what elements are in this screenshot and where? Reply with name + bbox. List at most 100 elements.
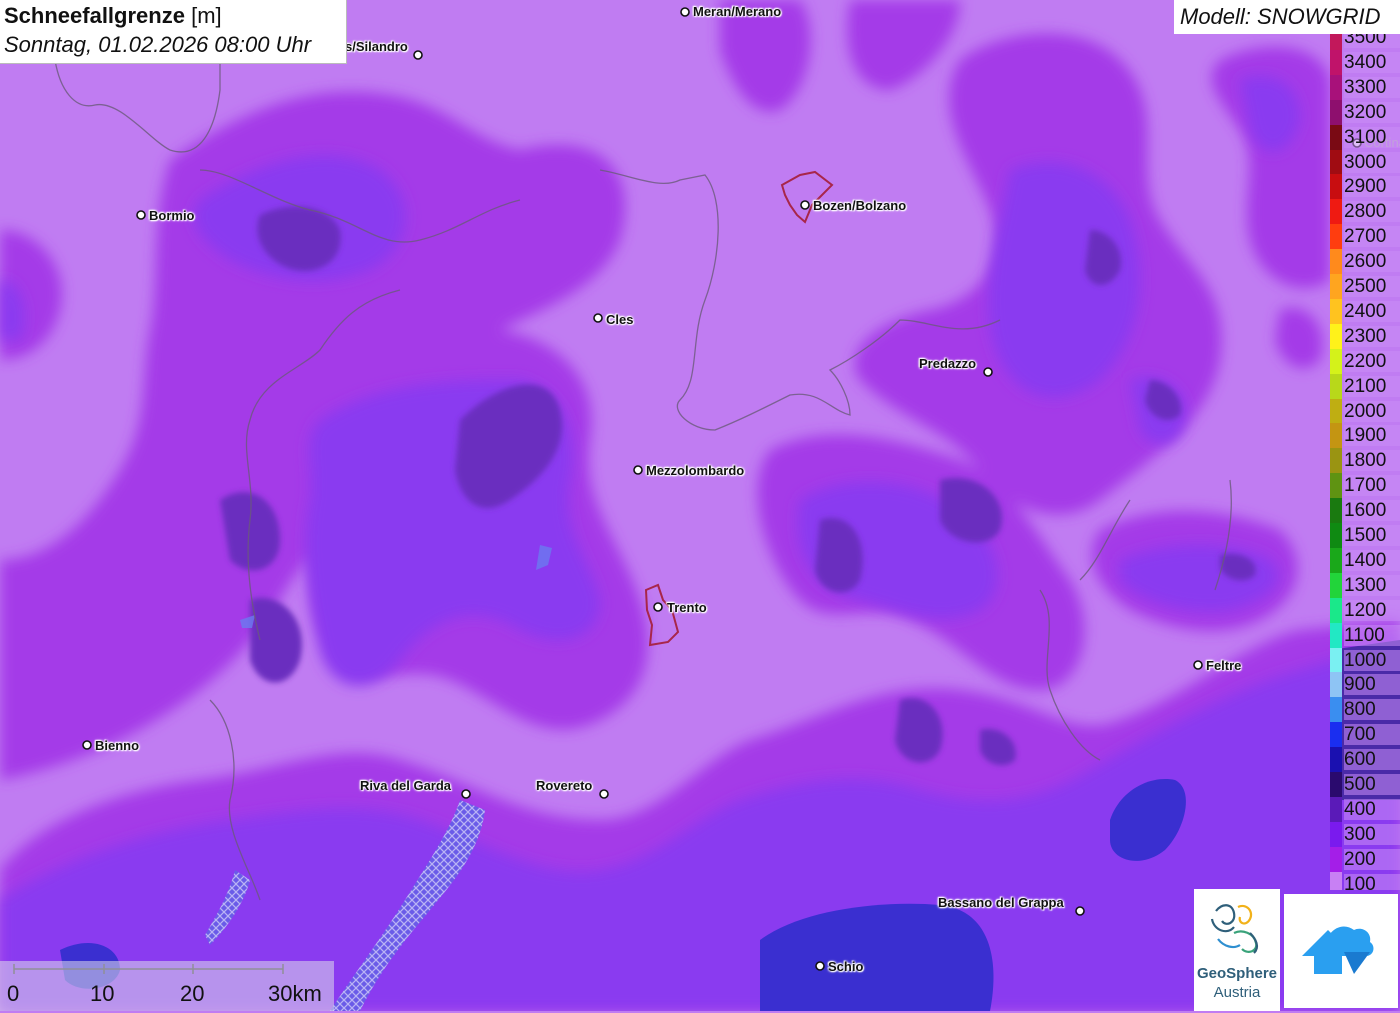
city-label-trento: Trento xyxy=(667,600,707,615)
legend-item-2100: 2100 xyxy=(1330,373,1400,399)
legend-label: 200 xyxy=(1344,848,1400,870)
city-label-predazzo: Predazzo xyxy=(919,356,977,371)
map-datetime: Sonntag, 01.02.2026 08:00 Uhr xyxy=(4,32,312,57)
legend-swatch xyxy=(1330,373,1342,399)
legend-label: 900 xyxy=(1344,674,1400,696)
marker-riva xyxy=(461,789,471,799)
legend-item-2600: 2600 xyxy=(1330,249,1400,275)
legend-label: 700 xyxy=(1344,724,1400,746)
legend-label: 3300 xyxy=(1344,76,1400,98)
legend-item-1200: 1200 xyxy=(1330,597,1400,623)
legend-item-1000: 1000 xyxy=(1330,647,1400,673)
legend-item-2400: 2400 xyxy=(1330,298,1400,324)
legend-label: 2800 xyxy=(1344,201,1400,223)
legend-item-2200: 2200 xyxy=(1330,348,1400,374)
legend-label: 2500 xyxy=(1344,276,1400,297)
legend-swatch xyxy=(1330,747,1342,773)
legend-label: 2000 xyxy=(1344,400,1400,422)
legend-swatch xyxy=(1330,124,1342,150)
marker-rovereto xyxy=(599,789,609,799)
legend-label: 1000 xyxy=(1344,649,1400,671)
legend-swatch xyxy=(1330,572,1342,598)
legend-swatch xyxy=(1330,448,1342,474)
snowflake-cloud-icon xyxy=(1302,926,1374,974)
legend-item-400: 400 xyxy=(1330,796,1400,822)
legend-swatch xyxy=(1330,523,1342,548)
legend-item-1500: 1500 xyxy=(1330,523,1400,548)
legend-label: 300 xyxy=(1344,823,1400,845)
legend-swatch xyxy=(1330,174,1342,200)
legend-label: 1700 xyxy=(1344,475,1400,497)
marker-cles xyxy=(593,313,603,323)
scale-label-10: 10 xyxy=(90,981,115,1006)
city-label-bolzano: Bozen/Bolzano xyxy=(813,198,907,213)
legend-swatch xyxy=(1330,274,1342,299)
app-logo[interactable] xyxy=(1284,894,1398,1008)
legend-item-300: 300 xyxy=(1330,821,1400,847)
scale-label-0: 0 xyxy=(7,981,20,1006)
legend-swatch xyxy=(1330,298,1342,324)
legend-swatch xyxy=(1330,722,1342,748)
legend-item-1100: 1100 xyxy=(1330,622,1400,648)
legend-item-2800: 2800 xyxy=(1330,199,1400,225)
legend-swatch xyxy=(1330,74,1342,100)
legend-swatch xyxy=(1330,323,1342,349)
legend-item-2000: 2000 xyxy=(1330,398,1400,424)
marker-silandro xyxy=(413,50,423,60)
legend-swatch xyxy=(1330,249,1342,275)
model-panel: Modell: SNOWGRID xyxy=(1174,0,1400,34)
legend-swatch xyxy=(1330,149,1342,175)
marker-trento xyxy=(653,602,663,612)
legend-item-3500: 3500 xyxy=(1330,34,1400,50)
geosphere-country: Austria xyxy=(1213,984,1261,1001)
legend-swatch xyxy=(1330,348,1342,374)
legend-label: 1800 xyxy=(1344,450,1400,472)
legend-swatch xyxy=(1330,199,1342,225)
legend-item-500: 500 xyxy=(1330,772,1400,797)
city-label-cles: Cles xyxy=(606,312,634,327)
legend-item-1900: 1900 xyxy=(1330,423,1400,449)
city-label-rovereto: Rovereto xyxy=(536,778,593,793)
city-label-schio: Schio xyxy=(828,959,864,974)
legend-item-1700: 1700 xyxy=(1330,473,1400,499)
geosphere-logo[interactable]: GeoSphere Austria xyxy=(1194,889,1280,1011)
legend-swatch xyxy=(1330,224,1342,250)
title-panel: Schneefallgrenze [m] Sonntag, 01.02.2026… xyxy=(0,0,347,64)
legend-swatch xyxy=(1330,622,1342,648)
legend-item-2300: 2300 xyxy=(1330,323,1400,349)
legend-label: 3000 xyxy=(1344,151,1400,173)
legend-item-800: 800 xyxy=(1330,697,1400,723)
legend-swatch xyxy=(1330,821,1342,847)
legend-label: 3500 xyxy=(1344,34,1400,48)
legend-item-2900: 2900 xyxy=(1330,174,1400,200)
city-label-bormio: Bormio xyxy=(149,208,195,223)
legend-swatch xyxy=(1330,796,1342,822)
geosphere-emblem-icon xyxy=(1210,904,1259,954)
legend-item-3100: 3100 xyxy=(1330,124,1400,150)
city-label-bassano: Bassano del Grappa xyxy=(938,895,1064,910)
legend-label: 1900 xyxy=(1344,425,1400,447)
city-label-riva: Riva del Garda xyxy=(360,778,452,793)
legend-label: 2400 xyxy=(1344,300,1400,322)
scale-label-20: 20 xyxy=(180,981,205,1006)
legend-label: 2900 xyxy=(1344,176,1400,198)
city-label-mezzolombardo: Mezzolombardo xyxy=(646,463,745,478)
map-title-text: Schneefallgrenze xyxy=(4,3,185,28)
legend-item-200: 200 xyxy=(1330,846,1400,872)
legend-item-3300: 3300 xyxy=(1330,74,1400,100)
legend-swatch xyxy=(1330,597,1342,623)
legend-item-1300: 1300 xyxy=(1330,572,1400,598)
legend-label: 1100 xyxy=(1344,624,1400,646)
legend-item-2500: 2500 xyxy=(1330,274,1400,299)
legend-label: 3400 xyxy=(1344,51,1400,73)
marker-meran xyxy=(680,7,690,17)
legend-swatch xyxy=(1330,49,1342,75)
map-title-unit: [m] xyxy=(191,3,222,28)
legend-item-1400: 1400 xyxy=(1330,547,1400,573)
legend-swatch xyxy=(1330,772,1342,797)
legend-swatch xyxy=(1330,846,1342,872)
city-label-feltre: Feltre xyxy=(1206,658,1242,673)
map-canvas[interactable] xyxy=(0,0,1400,1011)
legend-item-3000: 3000 xyxy=(1330,149,1400,175)
marker-predazzo xyxy=(983,367,993,377)
